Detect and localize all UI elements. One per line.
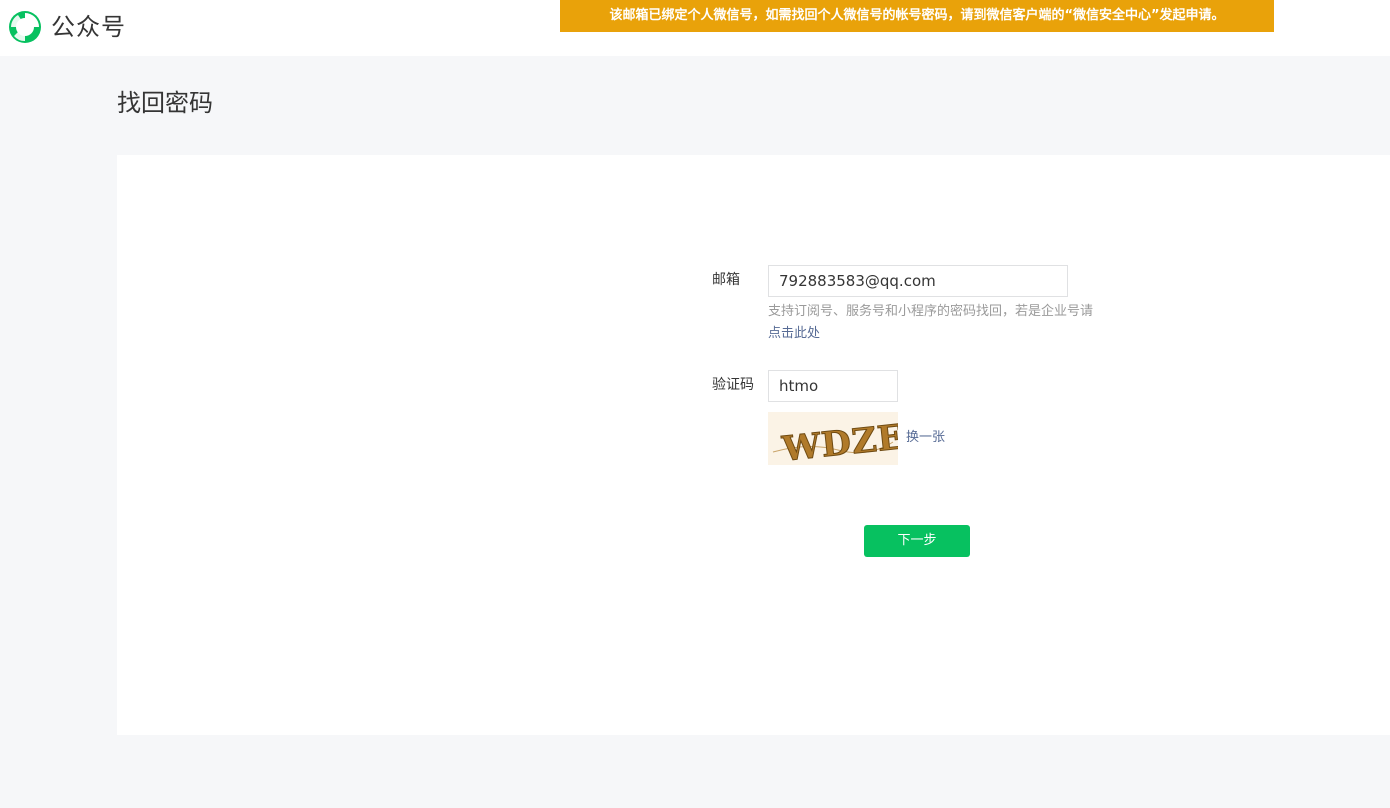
page-title: 找回密码 (117, 89, 213, 117)
logo[interactable]: 公众号 (8, 10, 126, 44)
next-step-button[interactable]: 下一步 (864, 525, 970, 557)
enterprise-click-here-link[interactable]: 点击此处 (768, 324, 820, 344)
captcha-refresh-link[interactable]: 换一张 (906, 428, 945, 448)
captcha-image[interactable]: WDZE (768, 412, 907, 470)
captcha-label: 验证码 (712, 377, 754, 393)
captcha-input[interactable] (768, 370, 898, 402)
form-panel: 邮箱 支持订阅号、服务号和小程序的密码找回，若是企业号请 点击此处 验证码 WD… (117, 155, 1390, 735)
captcha-image-text: WDZE (779, 417, 898, 465)
email-label: 邮箱 (712, 272, 740, 288)
top-bar: 公众号 该邮箱已绑定个人微信号，如需找回个人微信号的帐号密码，请到微信客户端的“… (0, 0, 1390, 56)
email-field[interactable] (768, 265, 1068, 297)
logo-text: 公众号 (51, 13, 126, 41)
notice-banner: 该邮箱已绑定个人微信号，如需找回个人微信号的帐号密码，请到微信客户端的“微信安全… (560, 0, 1274, 32)
wechat-official-logo-icon (9, 11, 41, 43)
captcha-graphic: WDZE (772, 417, 907, 470)
email-hint: 支持订阅号、服务号和小程序的密码找回，若是企业号请 (768, 304, 1094, 319)
